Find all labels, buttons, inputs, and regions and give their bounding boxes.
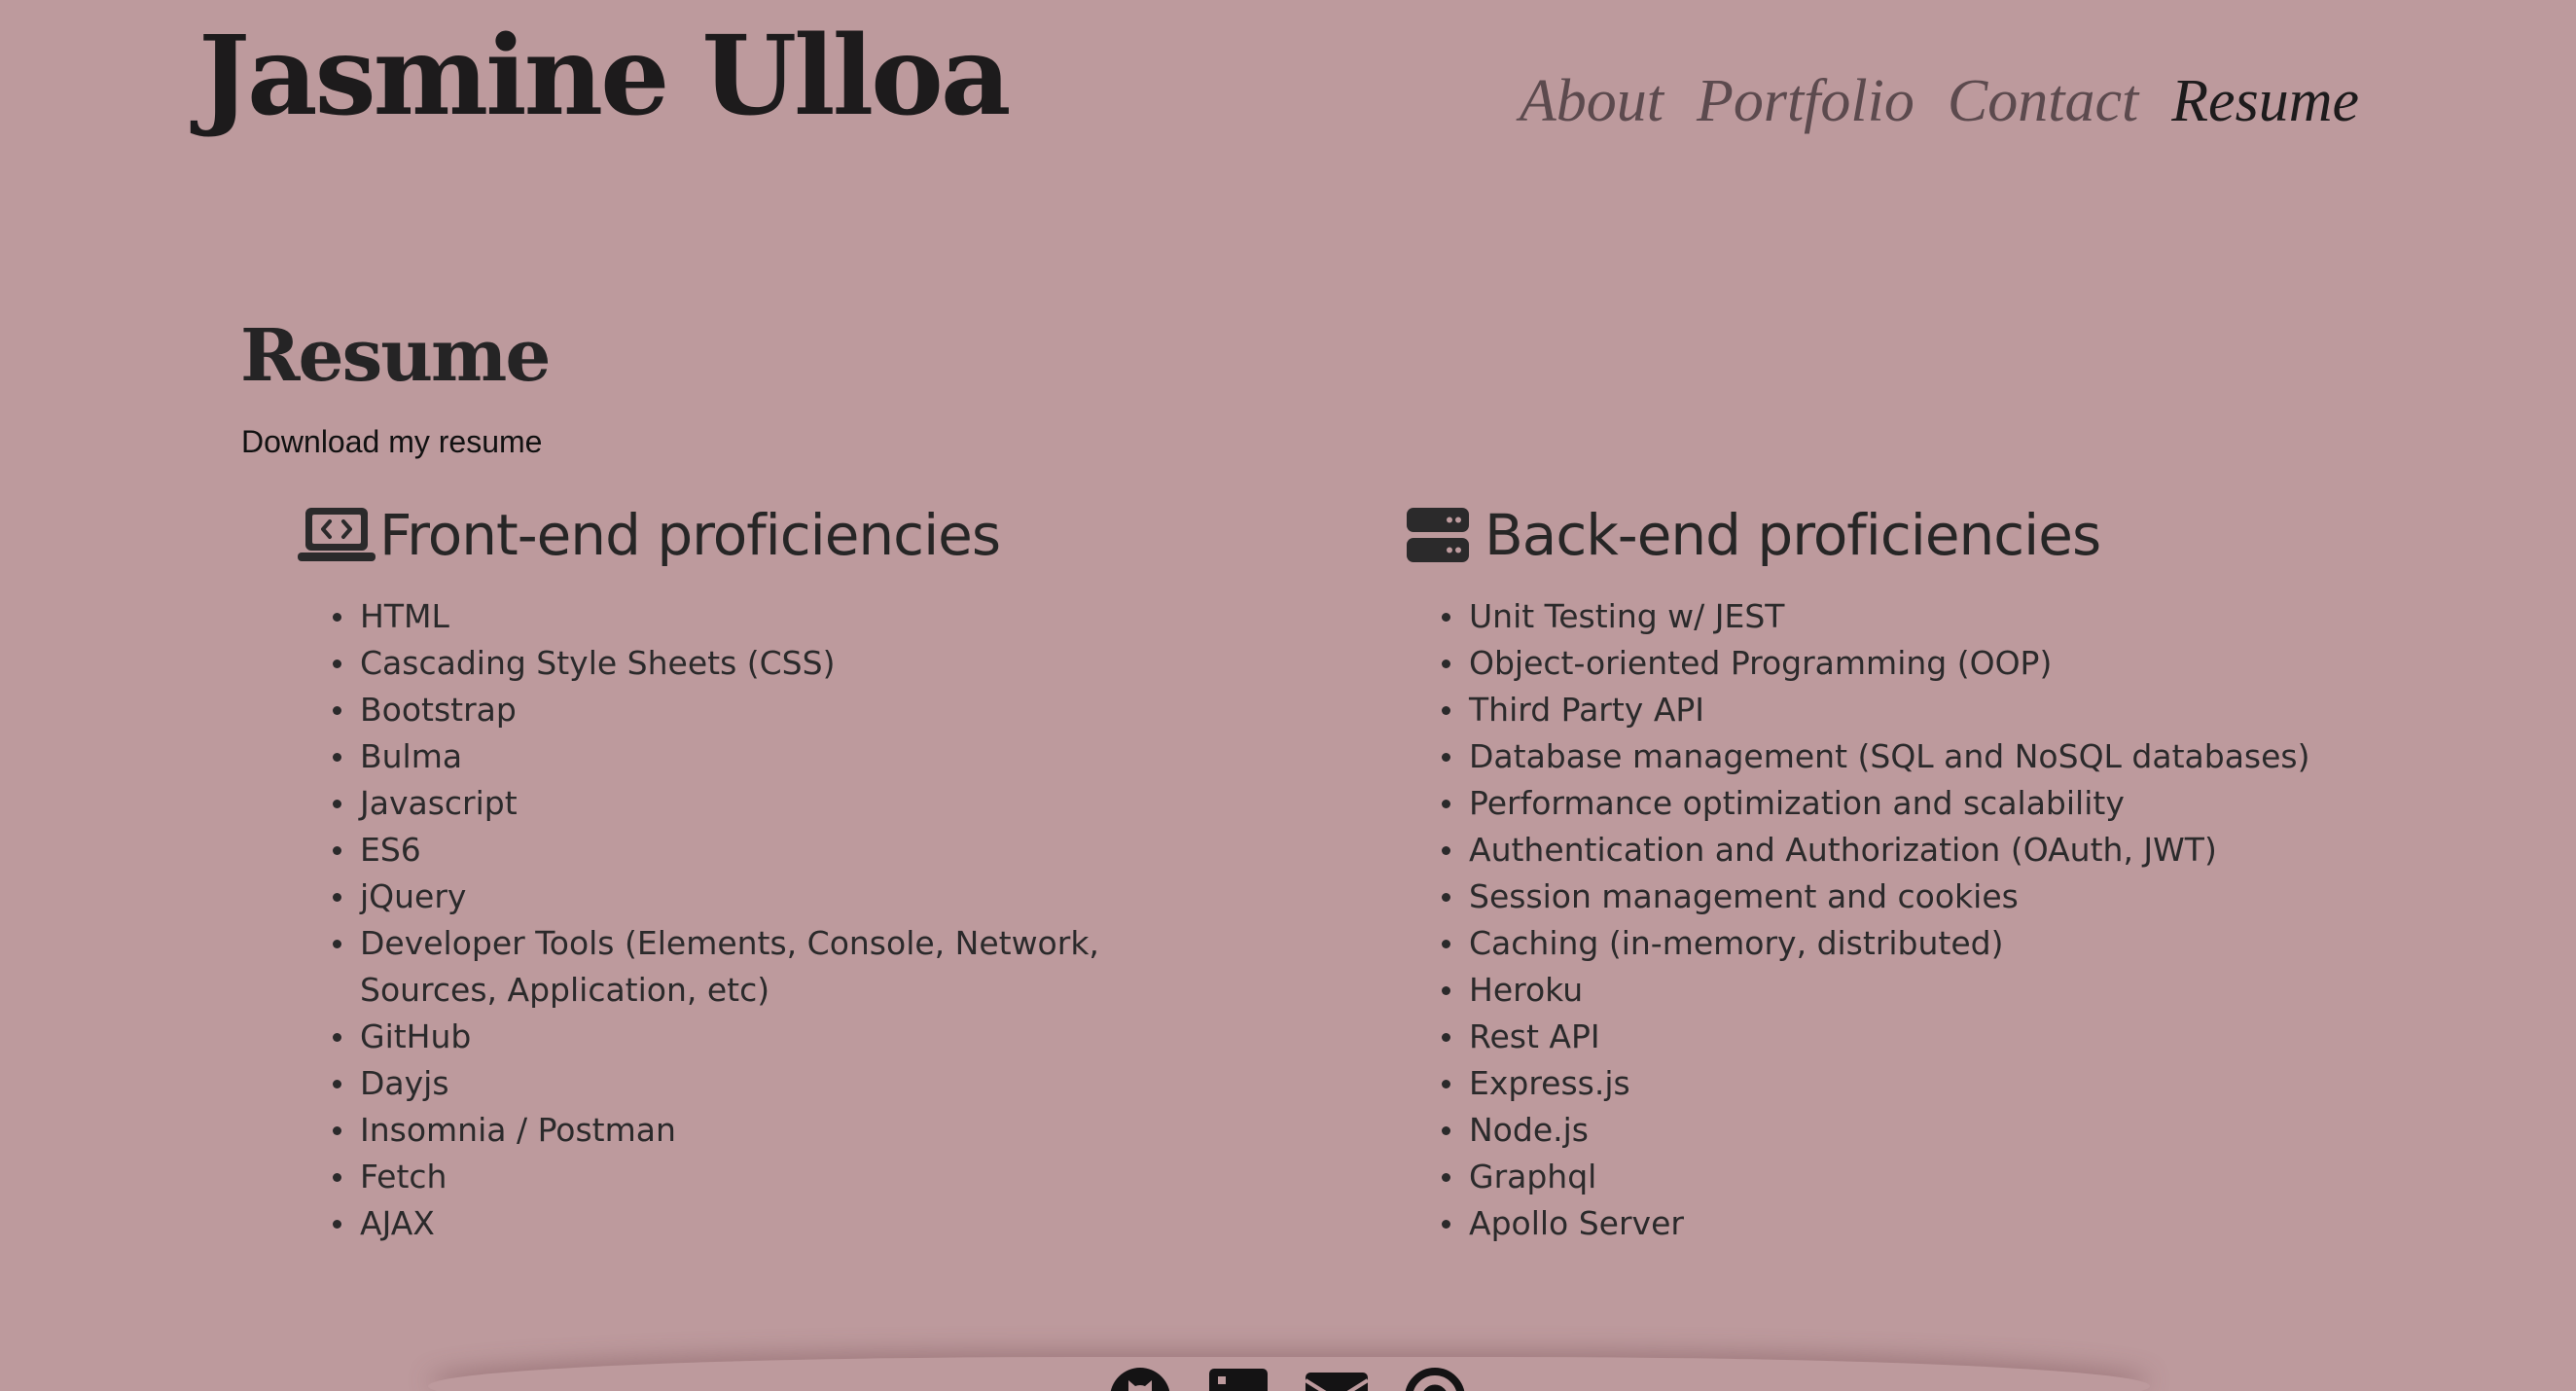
laptop-code-icon <box>298 508 376 561</box>
list-item: Session management and cookies <box>1442 874 2379 920</box>
frontend-section: Front-end proficiencies HTML Cascading S… <box>298 496 1251 1247</box>
list-item: Third Party API <box>1442 687 2379 733</box>
email-link[interactable] <box>1304 1367 1370 1391</box>
list-item: Rest API <box>1442 1014 2379 1060</box>
list-item: Express.js <box>1442 1060 2379 1107</box>
list-item: Bootstrap <box>333 687 1216 733</box>
list-item: Node.js <box>1442 1107 2379 1154</box>
list-item: ES6 <box>333 827 1216 874</box>
list-item: Developer Tools (Elements, Console, Netw… <box>333 920 1216 1014</box>
list-item: jQuery <box>333 874 1216 920</box>
github-link[interactable] <box>1109 1367 1171 1391</box>
list-item: Heroku <box>1442 967 2379 1014</box>
list-item: Authentication and Authorization (OAuth,… <box>1442 827 2379 874</box>
list-item: HTML <box>333 593 1216 640</box>
backend-section: Back-end proficiencies Unit Testing w/ J… <box>1407 496 2379 1247</box>
frontend-skill-list: HTML Cascading Style Sheets (CSS) Bootst… <box>298 593 1251 1247</box>
frontend-heading-label: Front-end proficiencies <box>379 502 1001 568</box>
list-item: Object-oriented Programming (OOP) <box>1442 640 2379 687</box>
list-item: Bulma <box>333 733 1216 780</box>
resume-heading: Resume <box>240 314 551 398</box>
backend-heading-label: Back-end proficiencies <box>1485 502 2101 568</box>
site-title: Jasmine Ulloa <box>198 13 1011 140</box>
list-item: Graphql <box>1442 1154 2379 1200</box>
list-item: Caching (in-memory, distributed) <box>1442 920 2379 967</box>
list-item: Dayjs <box>333 1060 1216 1107</box>
nav-about-link[interactable]: About <box>1520 62 1664 140</box>
linkedin-link[interactable] <box>1207 1367 1270 1391</box>
list-item: Javascript <box>333 780 1216 827</box>
list-item: Cascading Style Sheets (CSS) <box>333 640 1216 687</box>
list-item: AJAX <box>333 1200 1216 1247</box>
backend-skill-list: Unit Testing w/ JEST Object-oriented Pro… <box>1407 593 2379 1247</box>
nav-resume-link[interactable]: Resume <box>2171 62 2359 140</box>
nav-contact-link[interactable]: Contact <box>1948 62 2138 140</box>
list-item: Database management (SQL and NoSQL datab… <box>1442 733 2379 780</box>
main-nav: About Portfolio Contact Resume <box>1520 62 2359 140</box>
list-item: Unit Testing w/ JEST <box>1442 593 2379 640</box>
download-resume-link[interactable]: Download my resume <box>241 422 542 461</box>
list-item: GitHub <box>333 1014 1216 1060</box>
footer-social-links <box>1109 1367 1466 1391</box>
server-icon <box>1407 508 1469 562</box>
list-item: Performance optimization and scalability <box>1442 780 2379 827</box>
at-sign-link[interactable] <box>1404 1367 1466 1391</box>
frontend-heading: Front-end proficiencies <box>298 496 1251 574</box>
list-item: Fetch <box>333 1154 1216 1200</box>
envelope-icon <box>1304 1373 1370 1391</box>
list-item: Apollo Server <box>1442 1200 2379 1247</box>
at-sign-icon <box>1405 1368 1465 1391</box>
nav-portfolio-link[interactable]: Portfolio <box>1697 62 1914 140</box>
list-item: Insomnia / Postman <box>333 1107 1216 1154</box>
github-icon <box>1110 1368 1170 1391</box>
linkedin-icon <box>1209 1369 1268 1391</box>
backend-heading: Back-end proficiencies <box>1407 496 2379 574</box>
